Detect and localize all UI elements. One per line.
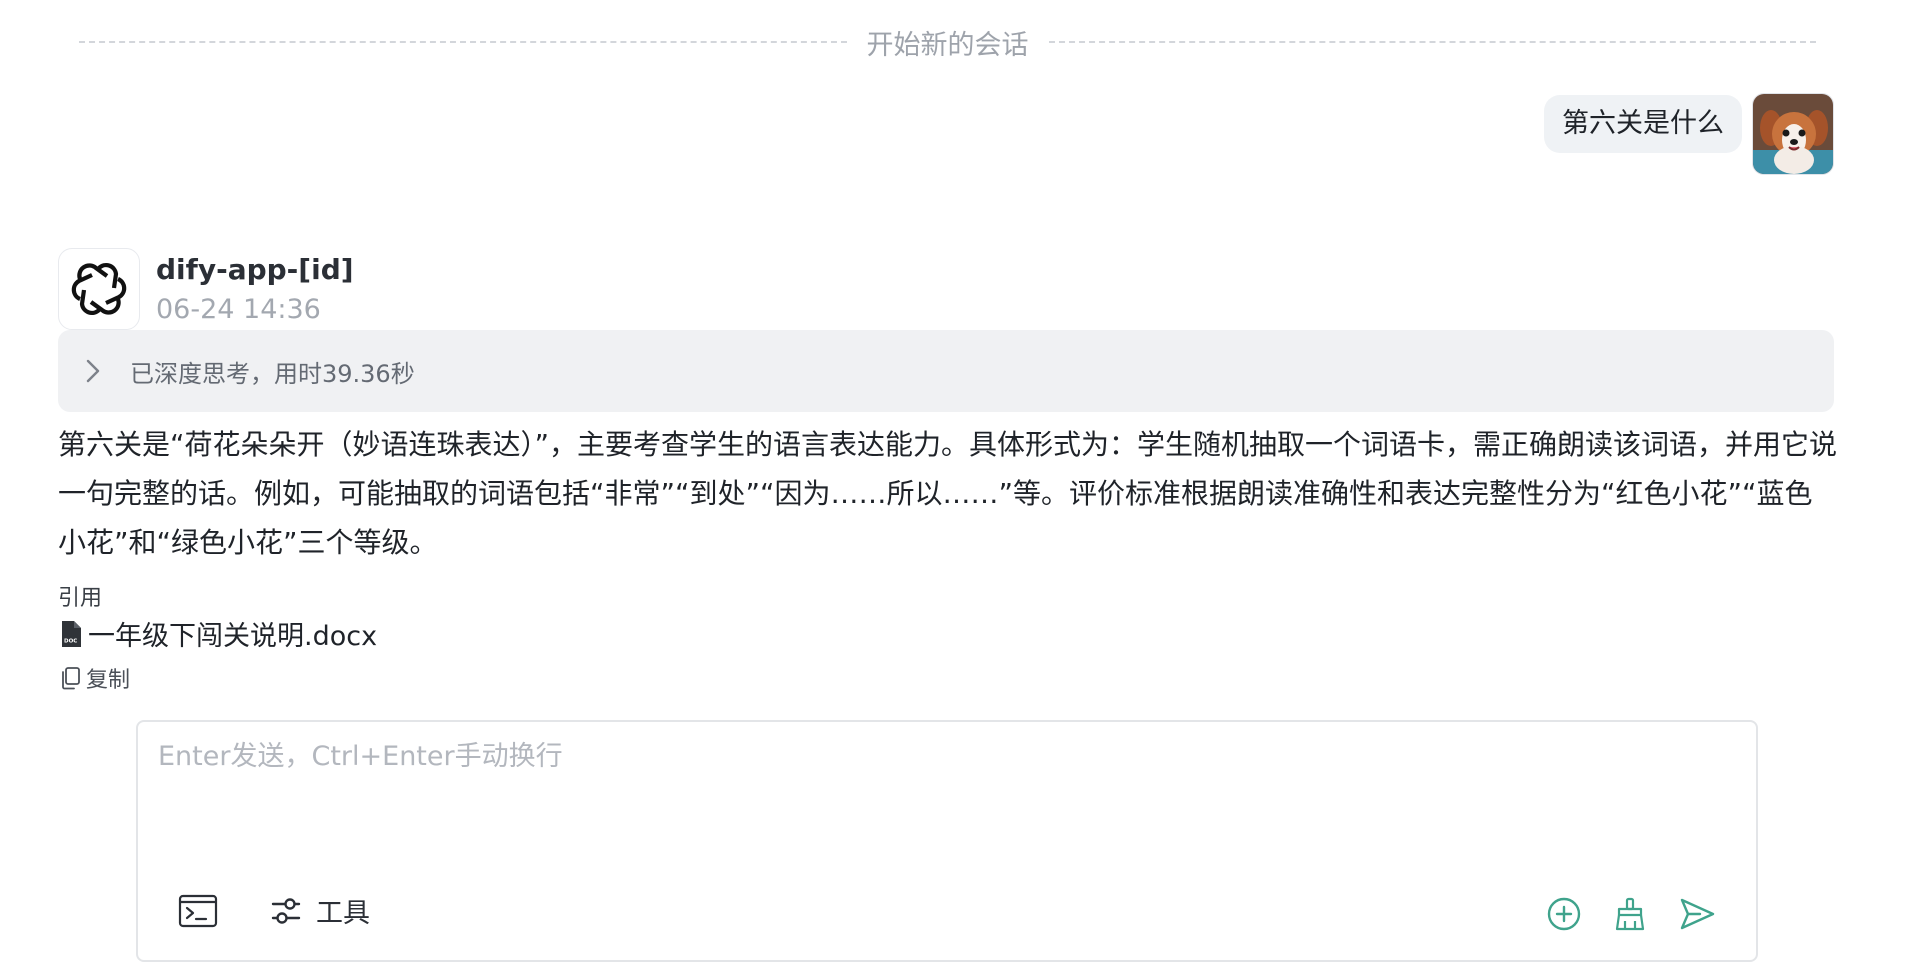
new-conversation-divider: 开始新的会话 — [79, 22, 1816, 62]
user-message-bubble: 第六关是什么 — [1544, 95, 1742, 153]
user-message-row: 第六关是什么 — [1544, 93, 1834, 175]
citation-file-link[interactable]: DOC 一年级下闯关说明.docx — [60, 614, 377, 653]
send-icon — [1680, 898, 1715, 930]
chevron-right-icon — [86, 359, 100, 383]
svg-text:DOC: DOC — [64, 638, 77, 644]
deep-thinking-label: 已深度思考，用时39.36秒 — [130, 359, 415, 388]
tools-button[interactable]: 工具 — [270, 891, 370, 930]
terminal-icon — [178, 894, 218, 927]
deep-thinking-toggle[interactable]: 已深度思考，用时39.36秒 — [58, 330, 1834, 412]
divider-line-right — [1048, 41, 1816, 43]
user-avatar — [1752, 93, 1834, 175]
copy-label: 复制 — [86, 668, 131, 693]
sliders-icon — [271, 897, 301, 924]
message-timestamp: 06-24 14:36 — [156, 294, 321, 325]
divider-line-left — [79, 41, 847, 43]
puppy-avatar-image — [1753, 94, 1833, 174]
bot-header: dify-app-[id] 06-24 14:36 — [58, 248, 354, 330]
assistant-answer-text: 第六关是“荷花朵朵开（妙语连珠表达）”，主要考查学生的语言表达能力。具体形式为：… — [58, 428, 1838, 559]
clear-conversation-button[interactable] — [1612, 896, 1648, 932]
plus-circle-icon — [1547, 897, 1581, 931]
docx-file-icon: DOC — [62, 620, 81, 647]
message-input[interactable] — [158, 734, 1728, 854]
bot-name: dify-app-[id] — [156, 253, 354, 286]
add-button[interactable] — [1546, 896, 1582, 932]
broom-icon — [1615, 897, 1645, 931]
tools-label: 工具 — [316, 898, 370, 929]
terminal-button[interactable] — [178, 894, 218, 928]
citation-title: 引用 — [58, 586, 103, 611]
citation-file-name: 一年级下闯关说明.docx — [88, 621, 378, 652]
copy-button[interactable]: 复制 — [60, 662, 130, 694]
openai-logo-icon — [58, 248, 140, 330]
message-composer: 工具 — [136, 720, 1758, 962]
composer-right-tools — [1546, 896, 1716, 932]
divider-label: 开始新的会话 — [866, 29, 1029, 61]
copy-icon — [62, 667, 80, 690]
send-button[interactable] — [1678, 896, 1716, 932]
bot-meta: dify-app-[id] 06-24 14:36 — [156, 248, 354, 330]
composer-left-tools: 工具 — [178, 891, 370, 930]
